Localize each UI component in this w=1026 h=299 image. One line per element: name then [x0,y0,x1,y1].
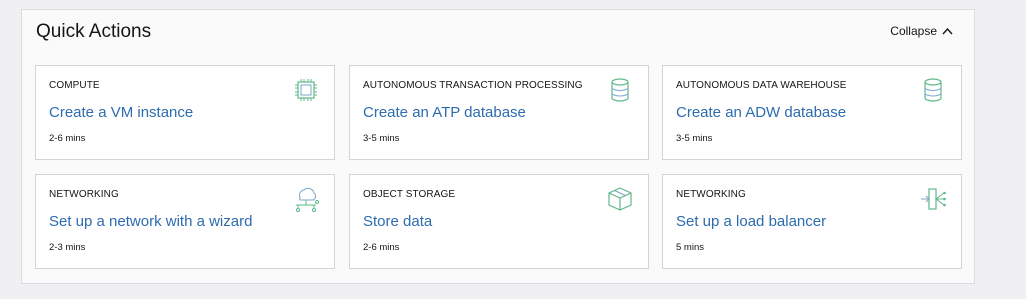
cloud-network-icon [292,185,320,213]
card-duration: 3-5 mins [363,133,400,144]
card-category: AUTONOMOUS TRANSACTION PROCESSING [363,80,583,91]
collapse-label: Collapse [890,24,937,38]
panel-title: Quick Actions [36,21,152,42]
card-title-link[interactable]: Create an ATP database [363,104,526,121]
chevron-up-icon [942,27,953,35]
quick-action-card-store-data[interactable]: OBJECT STORAGE Store data 2-6 mins [349,174,649,269]
card-title-link[interactable]: Set up a load balancer [676,213,826,230]
chip-icon [292,76,320,104]
card-duration: 2-3 mins [49,242,86,253]
card-category: AUTONOMOUS DATA WAREHOUSE [676,80,847,91]
card-duration: 2-6 mins [49,133,86,144]
card-title-link[interactable]: Create a VM instance [49,104,193,121]
card-title-link[interactable]: Store data [363,213,432,230]
quick-action-card-load-balancer[interactable]: NETWORKING Set up a load balancer 5 mins [662,174,962,269]
card-category: NETWORKING [676,189,746,200]
quick-action-card-network-wizard[interactable]: NETWORKING Set up a network with a wizar… [35,174,335,269]
card-category: COMPUTE [49,80,100,91]
load-balancer-icon [919,185,947,213]
quick-action-card-create-vm[interactable]: COMPUTE Create a VM instance 2-6 mins [35,65,335,160]
card-category: NETWORKING [49,189,119,200]
quick-actions-panel: Quick Actions Collapse COMPUTE Create a … [21,9,975,284]
card-category: OBJECT STORAGE [363,189,456,200]
quick-action-card-create-adw[interactable]: AUTONOMOUS DATA WAREHOUSE Create an ADW … [662,65,962,160]
database-icon [919,76,947,104]
collapse-button[interactable]: Collapse [890,24,953,38]
card-duration: 2-6 mins [363,242,400,253]
card-title-link[interactable]: Create an ADW database [676,104,846,121]
box-icon [606,185,634,213]
quick-action-card-create-atp[interactable]: AUTONOMOUS TRANSACTION PROCESSING Create… [349,65,649,160]
card-duration: 3-5 mins [676,133,713,144]
card-title-link[interactable]: Set up a network with a wizard [49,213,252,230]
database-icon [606,76,634,104]
card-duration: 5 mins [676,242,704,253]
